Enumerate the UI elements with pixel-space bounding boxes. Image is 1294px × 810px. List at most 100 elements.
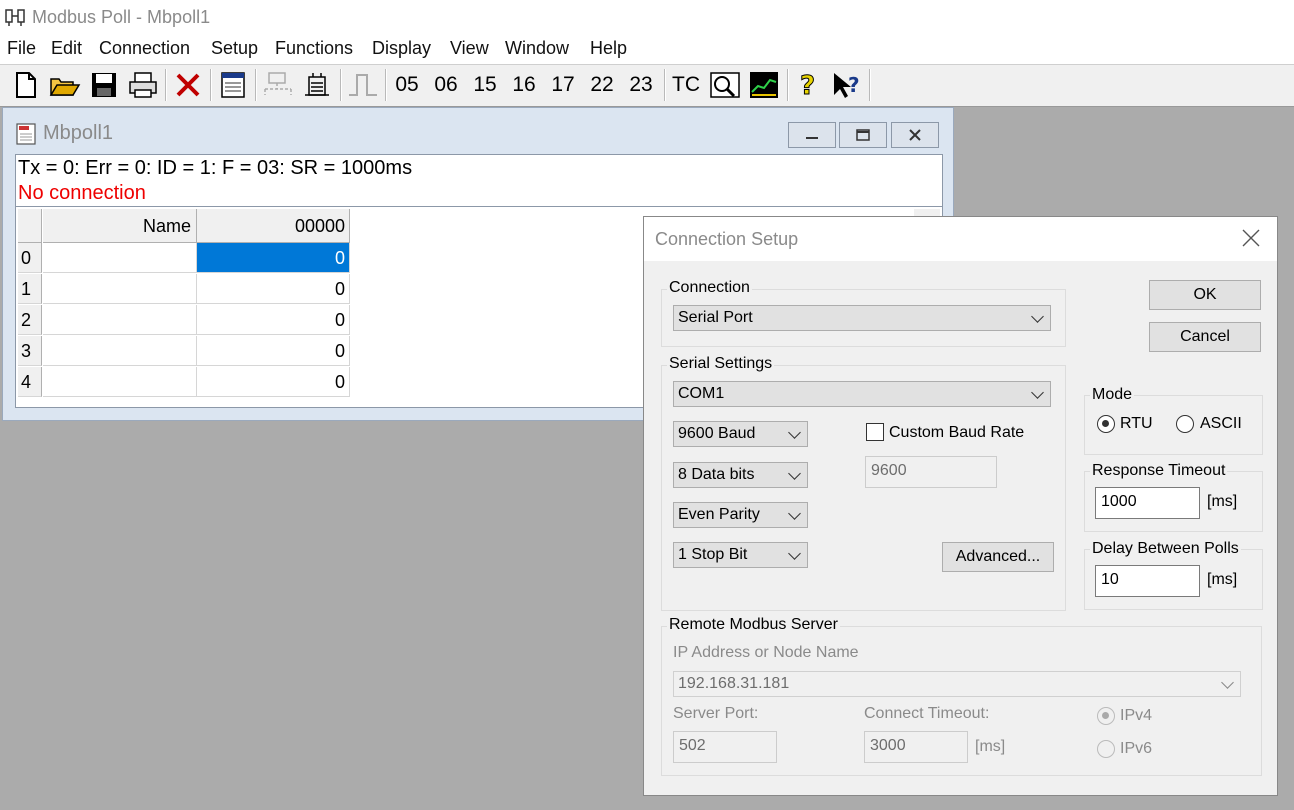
chevron-down-icon — [1031, 386, 1044, 399]
data-bits-select[interactable]: 8 Data bits — [673, 462, 808, 488]
value-cell[interactable]: 0 — [197, 274, 350, 304]
fc-22-button[interactable]: 22 — [587, 69, 617, 101]
grid-corner — [18, 209, 42, 243]
fc-15-button[interactable]: 15 — [470, 69, 500, 101]
value-cell-selected[interactable]: 0 — [197, 243, 350, 273]
pulse-icon[interactable] — [346, 69, 380, 101]
chevron-down-icon — [1031, 310, 1044, 323]
fc-23-button[interactable]: 23 — [626, 69, 656, 101]
stop-bits-select[interactable]: 1 Stop Bit — [673, 542, 808, 568]
minimize-button[interactable] — [788, 122, 836, 148]
parity-select[interactable]: Even Parity — [673, 502, 808, 528]
menu-functions[interactable]: Functions — [275, 38, 353, 59]
print-icon[interactable] — [126, 69, 160, 101]
name-cell[interactable] — [43, 336, 197, 366]
ascii-radio[interactable] — [1176, 415, 1194, 433]
open-icon[interactable] — [48, 69, 82, 101]
poll-status-text: Tx = 0: Err = 0: ID = 1: F = 03: SR = 10… — [18, 157, 413, 179]
column-header-address[interactable]: 00000 — [197, 209, 350, 243]
com-port-select[interactable]: COM1 — [673, 381, 1051, 407]
menu-bar: File Edit Connection Setup Functions Dis… — [0, 34, 1294, 65]
value-cell[interactable]: 0 — [197, 367, 350, 397]
ipv6-label: IPv6 — [1120, 740, 1153, 757]
fc-05-button[interactable]: 05 — [392, 69, 422, 101]
context-help-icon[interactable]: ? — [830, 69, 866, 101]
name-cell[interactable] — [43, 243, 197, 273]
ip-address-combo[interactable]: 192.168.31.181 — [673, 671, 1241, 697]
server-port-input[interactable]: 502 — [673, 731, 777, 763]
row-header[interactable]: 1 — [18, 274, 42, 304]
baud-value: 9600 Baud — [678, 425, 756, 442]
help-icon[interactable]: ? — [793, 69, 825, 101]
menu-help[interactable]: Help — [590, 38, 627, 59]
name-cell[interactable] — [43, 274, 197, 304]
chevron-down-icon — [1221, 676, 1234, 689]
menu-setup[interactable]: Setup — [211, 38, 258, 59]
connect-icon[interactable] — [260, 69, 296, 101]
custom-baud-checkbox[interactable] — [866, 423, 884, 441]
delete-icon[interactable] — [172, 69, 204, 101]
maximize-button[interactable] — [839, 122, 887, 148]
row-header[interactable]: 3 — [18, 336, 42, 366]
connection-type-select[interactable]: Serial Port — [673, 305, 1051, 331]
menu-window[interactable]: Window — [505, 38, 569, 59]
fc-16-button[interactable]: 16 — [509, 69, 539, 101]
disconnect-icon[interactable] — [300, 69, 334, 101]
menu-file[interactable]: File — [7, 38, 36, 59]
com-port-value: COM1 — [678, 385, 725, 402]
custom-baud-input[interactable]: 9600 — [865, 456, 997, 488]
connection-type-value: Serial Port — [678, 309, 753, 326]
connect-timeout-label: Connect Timeout: — [864, 705, 990, 722]
ip-address-value: 192.168.31.181 — [678, 675, 790, 692]
server-port-label: Server Port: — [673, 705, 759, 722]
connection-group-label: Connection — [667, 279, 752, 297]
fc-06-button[interactable]: 06 — [431, 69, 461, 101]
chart-icon[interactable] — [747, 69, 781, 101]
toolbar-separator — [385, 69, 387, 101]
chevron-down-icon — [788, 507, 801, 520]
advanced-button[interactable]: Advanced... — [942, 542, 1054, 572]
fc-17-button[interactable]: 17 — [548, 69, 578, 101]
rtu-radio[interactable] — [1097, 415, 1115, 433]
row-header[interactable]: 2 — [18, 305, 42, 335]
new-icon[interactable] — [10, 69, 42, 101]
ascii-label: ASCII — [1200, 415, 1242, 432]
delay-input[interactable]: 10 — [1095, 565, 1200, 597]
close-icon — [909, 129, 921, 141]
ipv6-radio[interactable] — [1097, 740, 1115, 758]
row-header[interactable]: 4 — [18, 367, 42, 397]
close-icon[interactable] — [1240, 227, 1262, 249]
menu-connection[interactable]: Connection — [99, 38, 190, 59]
data-bits-value: 8 Data bits — [678, 466, 755, 483]
chevron-down-icon — [788, 547, 801, 560]
cancel-button[interactable]: Cancel — [1149, 322, 1261, 352]
svg-text:?: ? — [848, 73, 860, 97]
baud-select[interactable]: 9600 Baud — [673, 421, 808, 447]
tc-button[interactable]: TC — [669, 69, 703, 101]
value-cell[interactable]: 0 — [197, 305, 350, 335]
window-icon[interactable] — [217, 69, 249, 101]
status-area: Tx = 0: Err = 0: ID = 1: F = 03: SR = 10… — [15, 154, 943, 208]
ipv4-radio[interactable] — [1097, 707, 1115, 725]
ok-button[interactable]: OK — [1149, 280, 1261, 310]
response-timeout-label: Response Timeout — [1090, 462, 1228, 480]
save-icon[interactable] — [88, 69, 120, 101]
connection-setup-dialog: Connection Setup Connection Serial Port … — [643, 216, 1278, 796]
column-header-name[interactable]: Name — [43, 209, 197, 243]
menu-display[interactable]: Display — [372, 38, 431, 59]
connect-timeout-input[interactable]: 3000 — [864, 731, 968, 763]
comm-traffic-icon[interactable] — [707, 69, 743, 101]
close-button[interactable] — [891, 122, 939, 148]
chevron-down-icon — [788, 467, 801, 480]
toolbar-separator — [165, 69, 167, 101]
value-cell[interactable]: 0 — [197, 336, 350, 366]
child-window-title: Mbpoll1 — [43, 122, 114, 144]
minimize-icon — [806, 137, 818, 139]
response-timeout-input[interactable]: 1000 — [1095, 487, 1200, 519]
row-header[interactable]: 0 — [18, 243, 42, 273]
menu-view[interactable]: View — [450, 38, 489, 59]
name-cell[interactable] — [43, 367, 197, 397]
response-timeout-unit: [ms] — [1207, 493, 1238, 510]
name-cell[interactable] — [43, 305, 197, 335]
menu-edit[interactable]: Edit — [51, 38, 82, 59]
